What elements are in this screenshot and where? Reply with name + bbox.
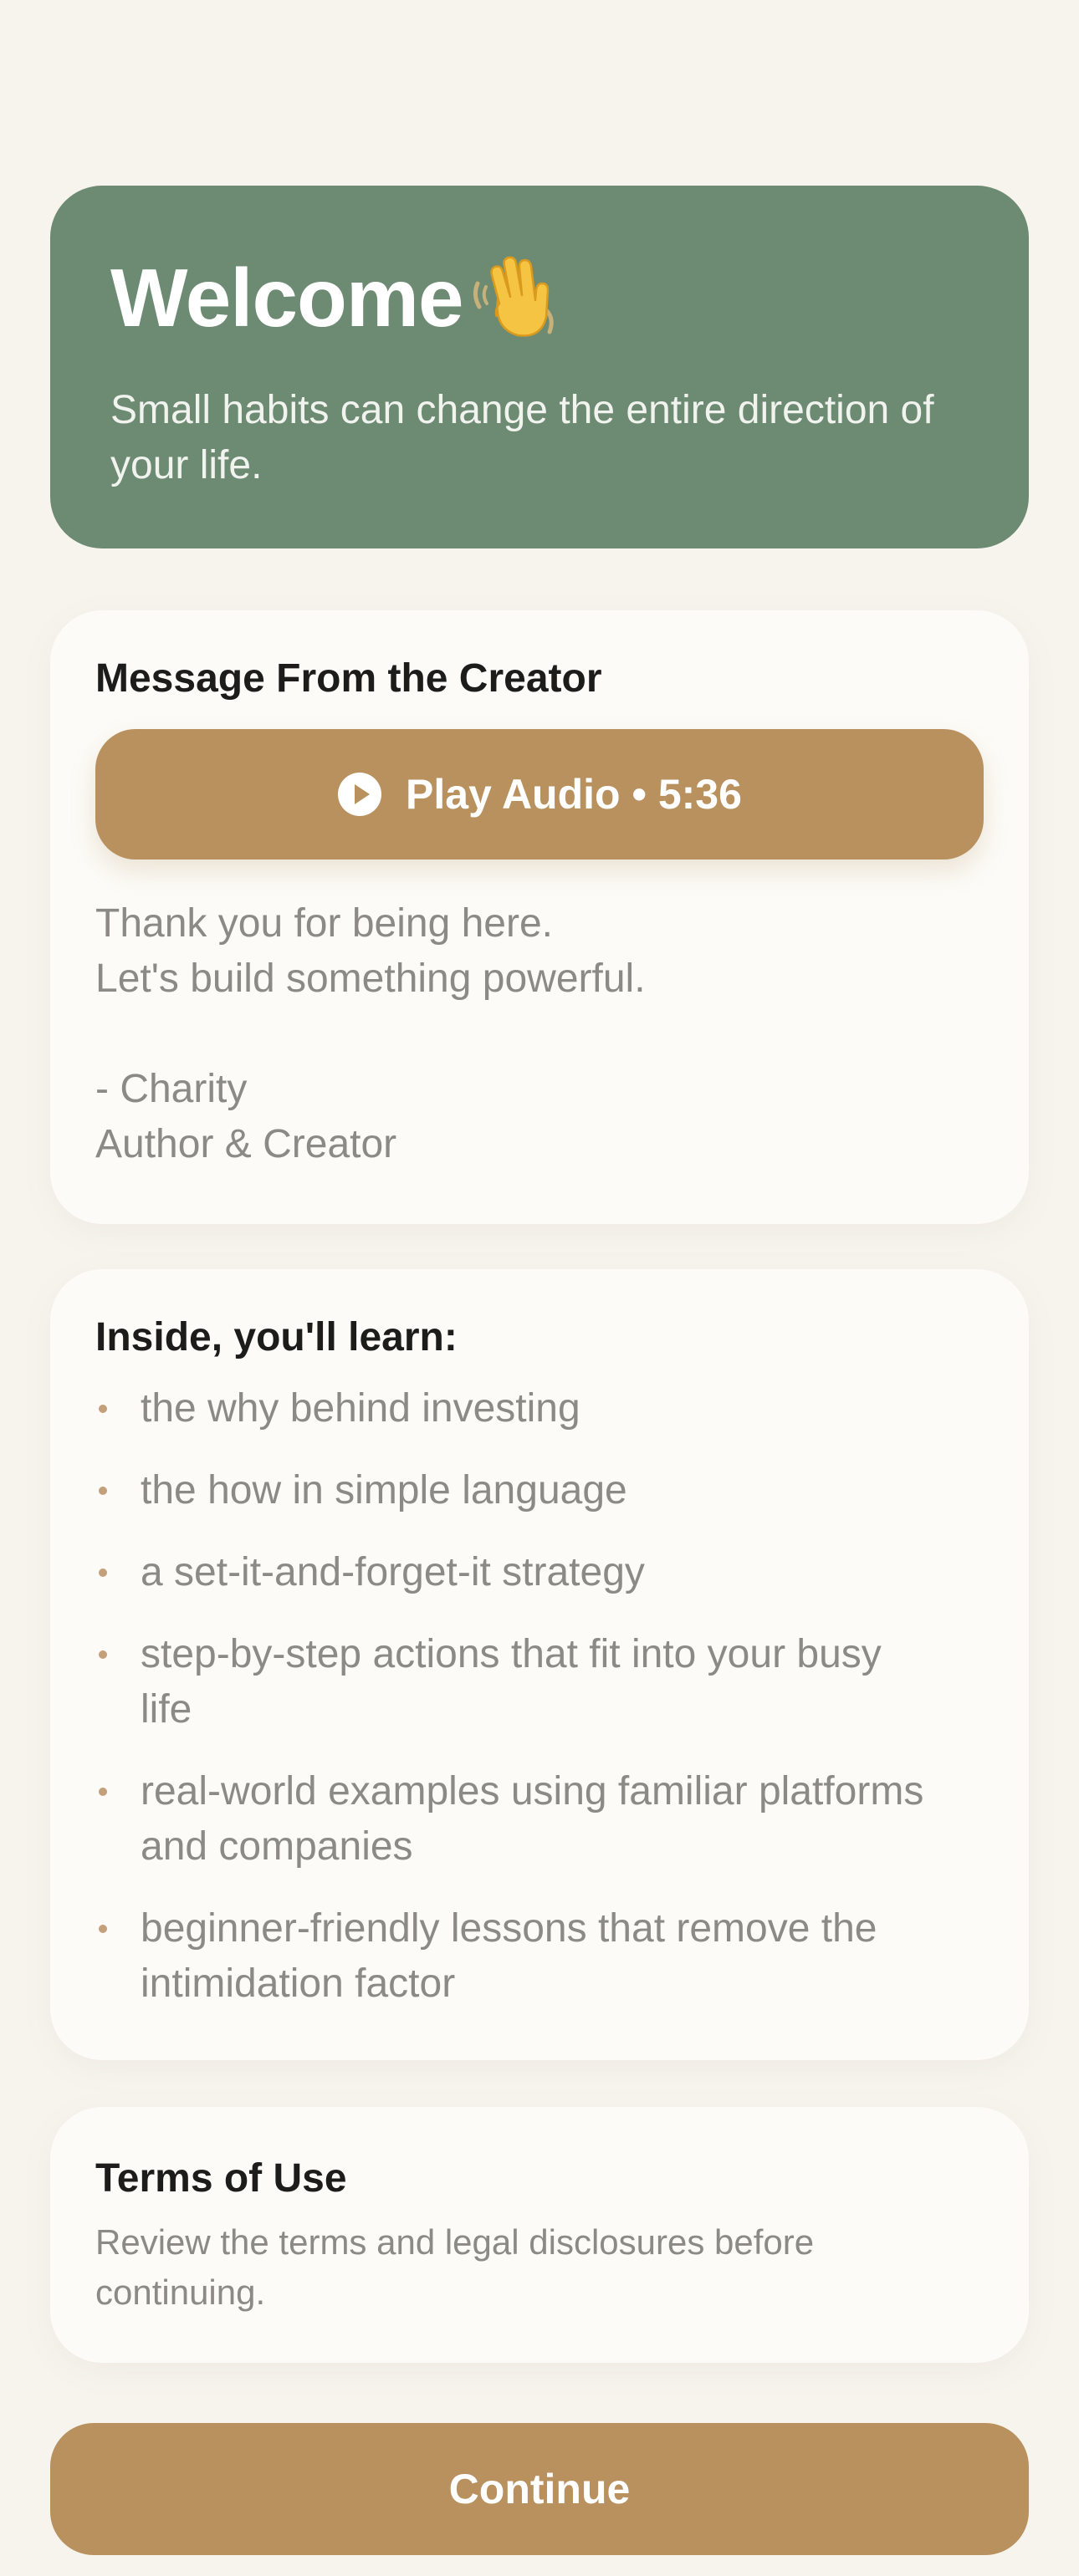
learn-card: Inside, you'll learn: the why behind inv… [50,1269,1029,2060]
bullet-dot-icon [99,1569,107,1577]
list-item: step-by-step actions that fit into your … [95,1627,943,1737]
hero-title-row: Welcome [110,247,969,348]
list-item: the how in simple language [95,1463,943,1518]
continue-button[interactable]: Continue [50,2423,1029,2555]
hero-subtitle: Small habits can change the entire direc… [110,388,934,487]
creator-message-title: Message From the Creator [95,656,602,701]
signature-role: Author & Creator [95,1122,397,1166]
play-circle-icon [337,772,382,817]
list-item: beginner-friendly lessons that remove th… [95,1901,943,2012]
list-item: a set-it-and-forget-it strategy [95,1545,943,1600]
welcome-hero: Welcome Small habits can change the enti… [50,186,1029,548]
message-line: Let's build something powerful. [95,956,646,1001]
hero-title: Welcome [110,252,463,344]
bullet-dot-icon [99,1925,107,1933]
welcome-screen: Welcome Small habits can change the enti… [0,0,1079,2576]
signature-name: - Charity [95,1067,248,1111]
list-item-text: real-world examples using familiar platf… [141,1769,924,1869]
play-audio-button[interactable]: Play Audio • 5:36 [95,729,984,860]
bullet-dot-icon [99,1487,107,1495]
list-item-text: a set-it-and-forget-it strategy [141,1550,645,1594]
continue-label: Continue [448,2466,631,2512]
bullet-dot-icon [99,1650,107,1659]
waving-hand-icon [469,252,561,344]
terms-title: Terms of Use [95,2156,347,2201]
play-audio-label: Play Audio • 5:36 [406,771,742,818]
terms-of-use-card[interactable]: Terms of Use Review the terms and legal … [50,2107,1029,2363]
bullet-dot-icon [99,1405,107,1413]
learn-title: Inside, you'll learn: [95,1315,458,1359]
creator-message-card: Message From the Creator Play Audio • 5:… [50,610,1029,1224]
list-item-text: the why behind investing [141,1386,580,1431]
creator-message-body: Thank you for being here. Let's build so… [95,896,984,1172]
list-item: the why behind investing [95,1381,943,1436]
list-item-text: beginner-friendly lessons that remove th… [141,1906,877,2006]
list-item-text: the how in simple language [141,1468,627,1512]
message-line: Thank you for being here. [95,901,554,946]
bullet-dot-icon [99,1788,107,1796]
learn-list: the why behind investing the how in simp… [95,1381,984,2012]
terms-description: Review the terms and legal disclosures b… [95,2222,815,2312]
list-item-text: step-by-step actions that fit into your … [141,1632,882,1732]
list-item: real-world examples using familiar platf… [95,1764,943,1875]
